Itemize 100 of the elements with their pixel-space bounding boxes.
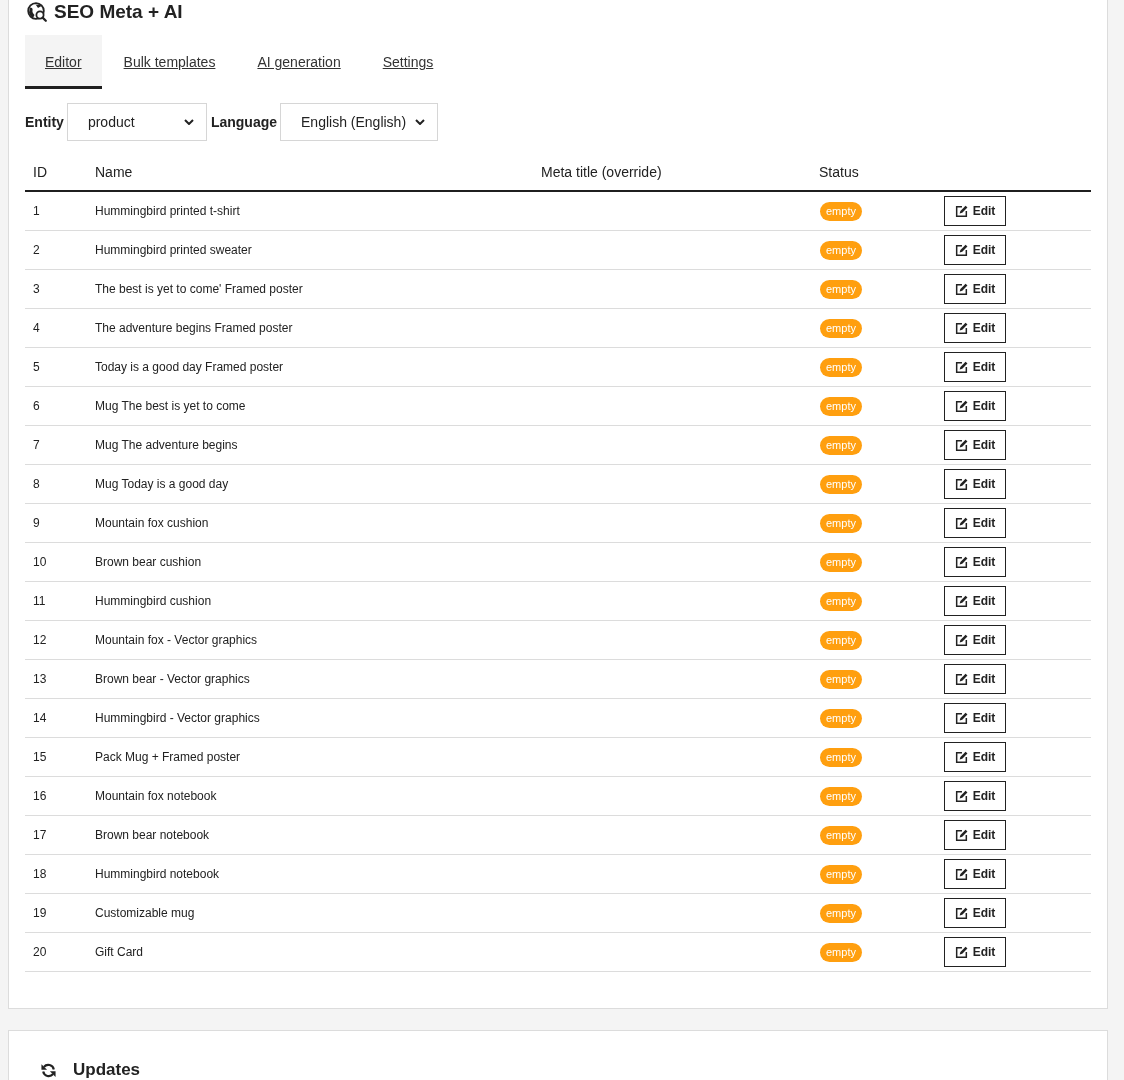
row-id: 18 [33,867,47,881]
edit-button[interactable]: Edit [944,391,1006,421]
status-badge: empty [820,552,862,572]
status-badge: empty [820,435,862,455]
row-id: 15 [33,750,47,764]
row-id: 7 [33,438,40,452]
caret-icon [415,119,425,125]
row-id: 8 [33,477,40,491]
tab[interactable]: Bulk templates [103,35,236,89]
row-id: 1 [33,204,40,218]
edit-button[interactable]: Edit [944,274,1006,304]
product-name: Hummingbird printed t-shirt [95,204,240,218]
edit-button[interactable]: Edit [944,820,1006,850]
status-badge: empty [820,786,862,806]
edit-icon [954,633,968,647]
product-name: Pack Mug + Framed poster [95,750,241,764]
row-id: 6 [33,399,40,413]
status-badge: empty [820,396,862,416]
product-name: Mountain fox notebook [95,789,217,803]
product-name: Customizable mug [95,906,195,920]
status-badge: empty [820,240,862,260]
status-badge: empty [820,669,862,689]
column-header: Status [819,163,859,180]
row-id: 2 [33,243,40,257]
row-id: 20 [33,945,47,959]
edit-icon [954,906,968,920]
status-badge: empty [820,942,862,962]
edit-button[interactable]: Edit [944,313,1006,343]
row-id: 5 [33,360,40,374]
row-id: 3 [33,282,40,296]
filter-label: Language [210,114,277,130]
edit-icon [954,516,968,530]
status-badge: empty [820,903,862,923]
edit-button[interactable]: Edit [944,430,1006,460]
product-name: Brown bear notebook [95,828,210,842]
edit-button[interactable]: Edit [944,196,1006,226]
filter-select[interactable]: product [66,103,207,141]
row-id: 9 [33,516,40,530]
edit-button[interactable]: Edit [944,508,1006,538]
edit-icon [954,477,968,491]
row-id: 13 [33,672,47,686]
edit-button[interactable]: Edit [944,742,1006,772]
product-name: Mug Today is a good day [95,477,229,491]
product-name: The adventure begins Framed poster [95,321,293,335]
edit-icon [954,438,968,452]
status-badge: empty [820,513,862,533]
product-name: Hummingbird cushion [95,594,212,608]
row-id: 19 [33,906,47,920]
tab[interactable]: Editor [25,35,102,89]
edit-button[interactable]: Edit [944,859,1006,889]
filter-label: Entity [25,114,64,130]
edit-button[interactable]: Edit [944,547,1006,577]
edit-icon [954,321,968,335]
product-name: Gift Card [95,945,143,959]
column-header: ID [33,163,47,180]
edit-button[interactable]: Edit [944,781,1006,811]
product-name: Brown bear - Vector graphics [95,672,250,686]
status-badge: empty [820,630,862,650]
refresh-icon [40,1062,57,1079]
status-badge: empty [820,474,862,494]
edit-button[interactable]: Edit [944,352,1006,382]
edit-icon [954,672,968,686]
status-badge: empty [820,318,862,338]
product-name: Hummingbird - Vector graphics [95,711,260,725]
edit-button[interactable]: Edit [944,937,1006,967]
product-name: Mountain fox - Vector graphics [95,633,258,647]
column-header: Name [95,163,133,180]
caret-icon [183,119,194,125]
edit-icon [954,711,968,725]
product-name: The best is yet to come' Framed poster [95,282,303,296]
row-id: 14 [33,711,47,725]
row-id: 11 [33,594,46,608]
edit-icon [954,360,968,374]
row-id: 12 [33,633,47,647]
row-id: 10 [33,555,47,569]
page-title: SEO Meta + AI [54,0,183,24]
status-badge: empty [820,864,862,884]
status-badge: empty [820,708,862,728]
edit-button[interactable]: Edit [944,469,1006,499]
tab[interactable]: Settings [362,35,454,89]
edit-button[interactable]: Edit [944,664,1006,694]
edit-button[interactable]: Edit [944,703,1006,733]
edit-icon [954,282,968,296]
product-name: Brown bear cushion [95,555,202,569]
edit-button[interactable]: Edit [944,898,1006,928]
edit-icon [954,867,968,881]
filter-select[interactable]: English (English) [280,103,438,141]
status-badge: empty [820,747,862,767]
product-name: Mountain fox cushion [95,516,209,530]
edit-button[interactable]: Edit [944,586,1006,616]
tab[interactable]: AI generation [237,35,361,89]
row-id: 4 [33,321,40,335]
edit-button[interactable]: Edit [944,235,1006,265]
product-name: Mug The best is yet to come [95,399,246,413]
section-title: Updates [73,1061,141,1079]
status-badge: empty [820,591,862,611]
edit-button[interactable]: Edit [944,625,1006,655]
product-name: Hummingbird printed sweater [95,243,252,257]
edit-icon [954,243,968,257]
edit-icon [954,828,968,842]
